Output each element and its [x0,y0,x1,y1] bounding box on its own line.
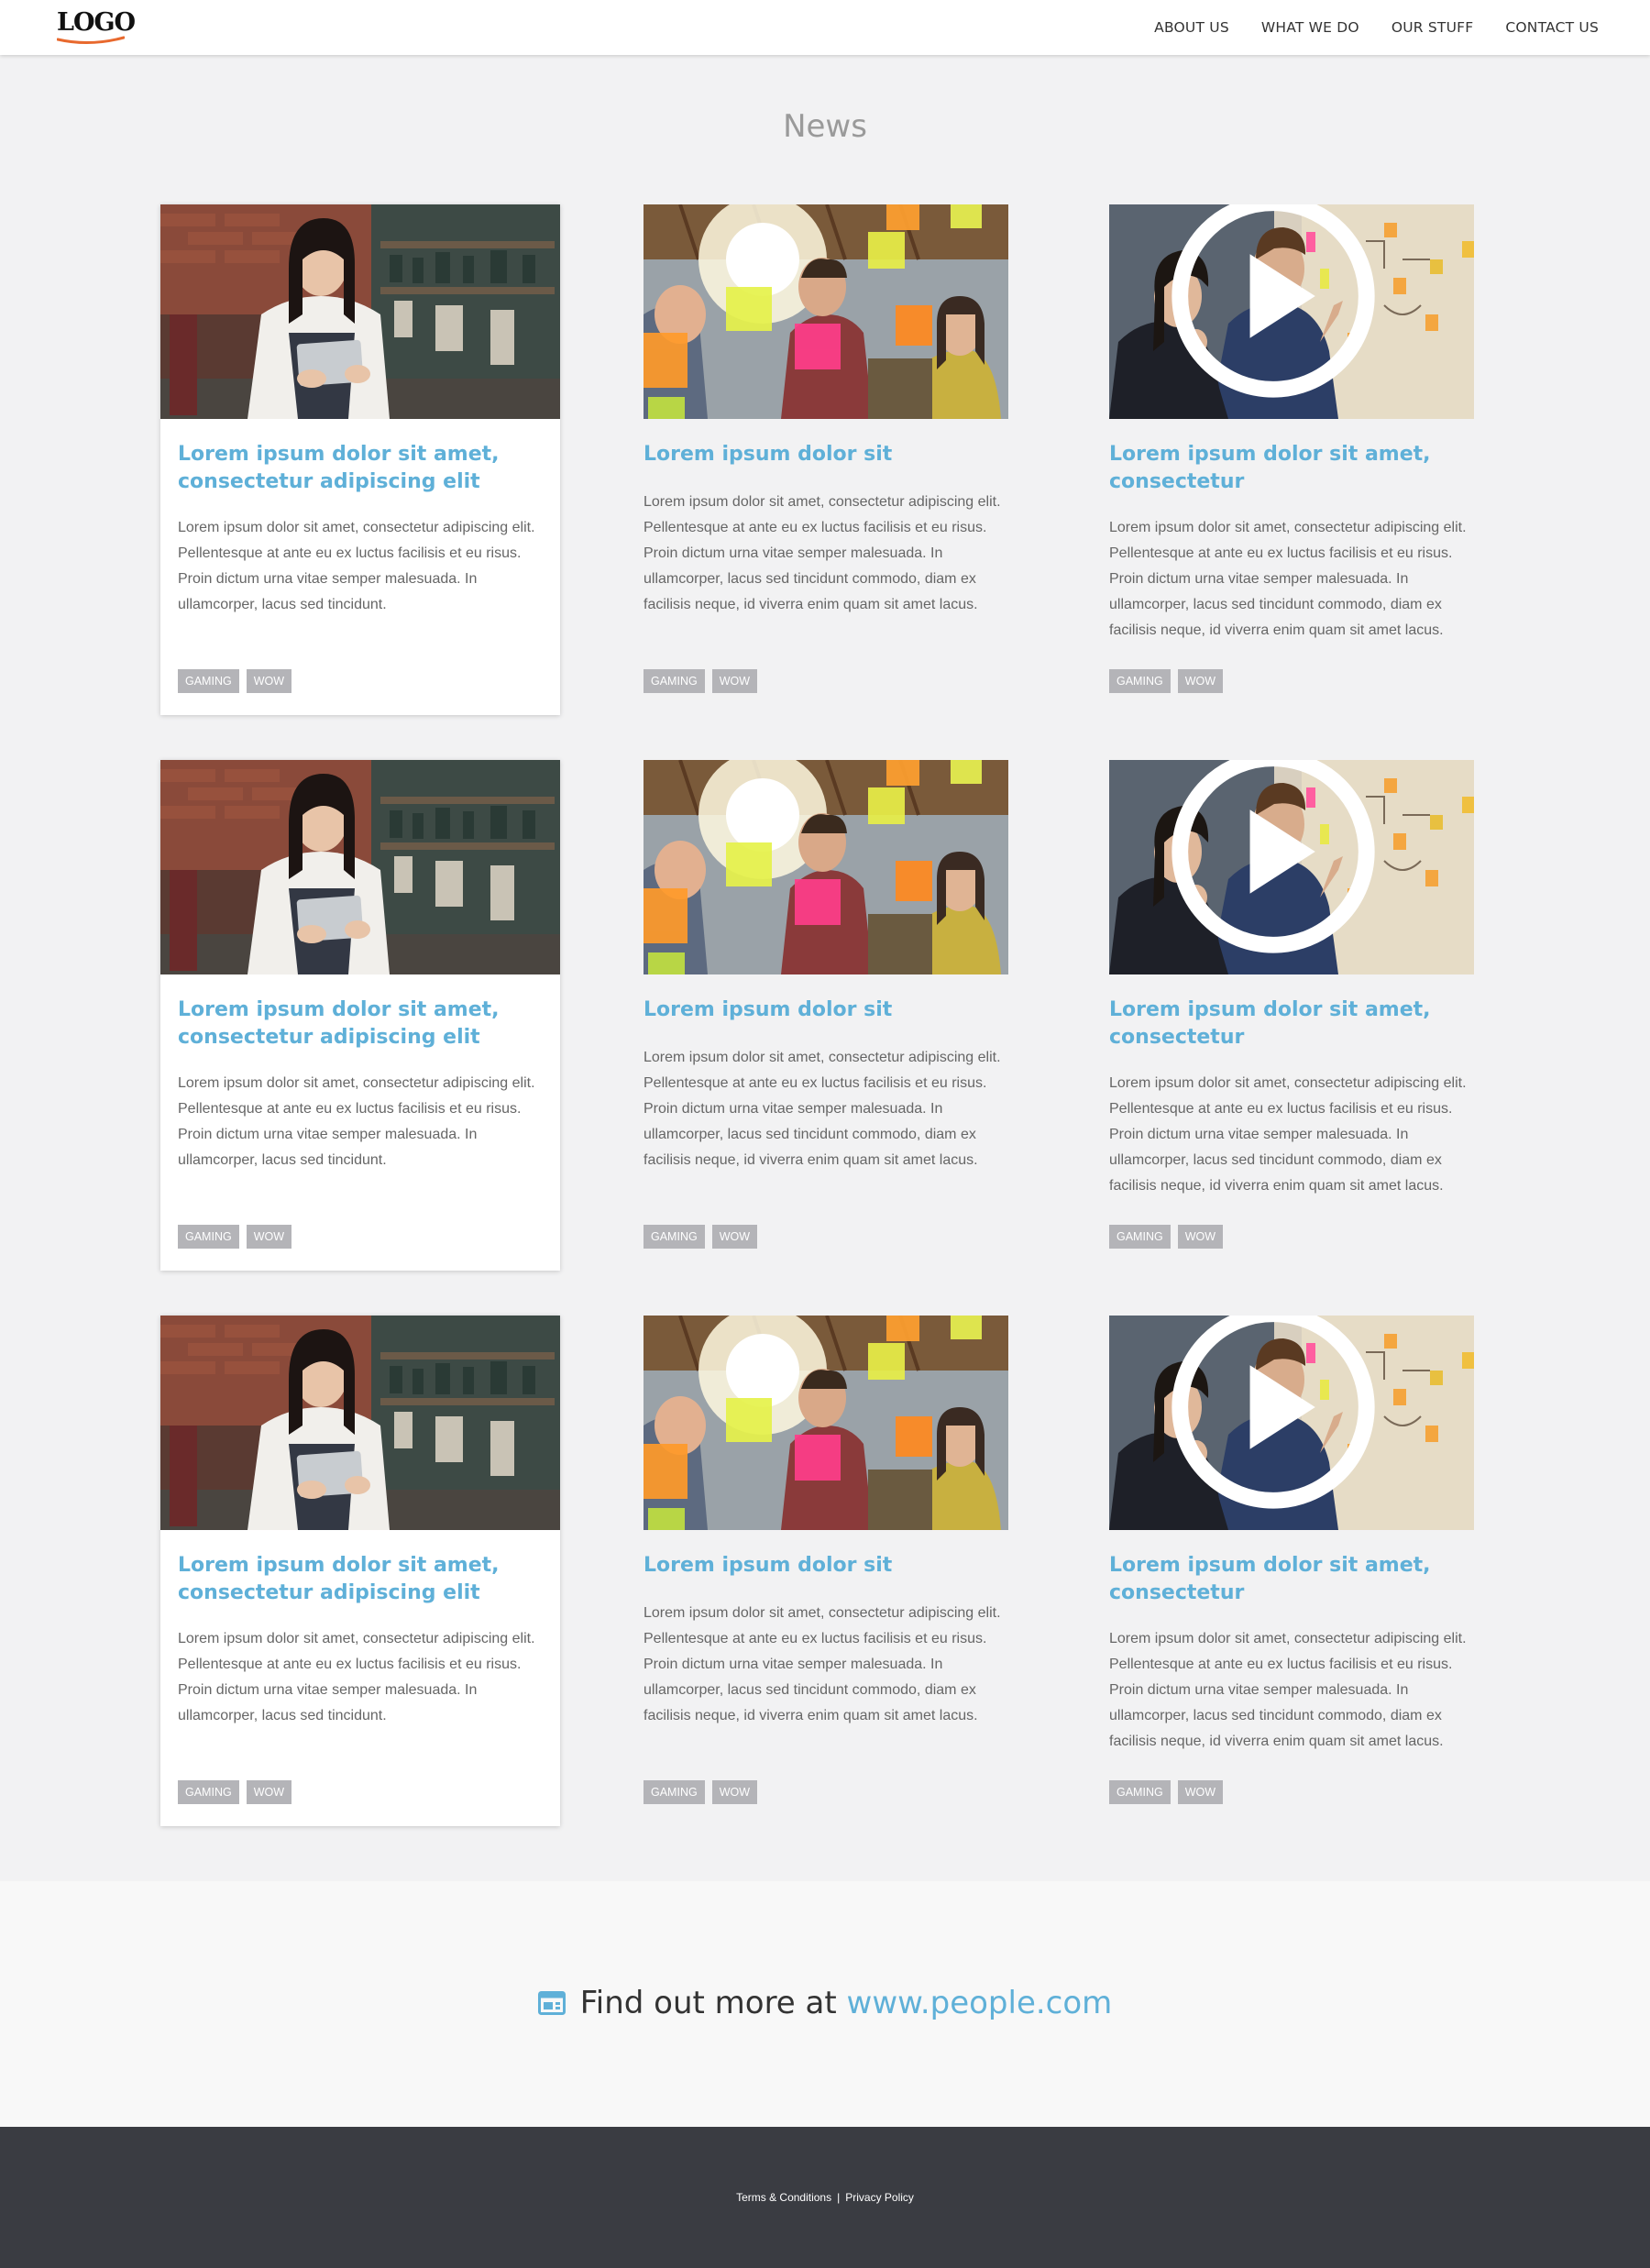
card-tags: GAMING WOW [178,1780,292,1804]
tag-wow[interactable]: WOW [246,1780,292,1804]
nav-contact-us[interactable]: CONTACT US [1505,19,1599,36]
news-card[interactable]: Lorem ipsum dolor sit amet, consectetur … [160,1316,560,1826]
card-image[interactable] [644,760,1008,974]
tag-gaming[interactable]: GAMING [644,1780,705,1804]
find-out-more-prefix: Find out more at [579,1985,837,2021]
news-card[interactable]: Lorem ipsum dolor sit amet, consectetur … [1109,760,1474,1271]
card-text: Lorem ipsum dolor sit amet, consectetur … [1109,1075,1467,1194]
site-header: LOGO ABOUT US WHAT WE DO OUR STUFF CONTA… [0,0,1650,55]
tag-wow[interactable]: WOW [711,1225,758,1249]
news-card[interactable]: Lorem ipsum dolor sit Lorem ipsum dolor … [644,760,1008,1271]
tag-wow[interactable]: WOW [246,669,292,693]
card-title[interactable]: Lorem ipsum dolor sit [644,996,996,1024]
card-text: Lorem ipsum dolor sit amet, consectetur … [178,1075,535,1168]
card-tags: GAMING WOW [644,669,758,693]
page-title: News [783,108,867,145]
footer-links: Terms & Conditions | Privacy Policy [0,2191,1650,2204]
card-text: Lorem ipsum dolor sit amet, consectetur … [644,1605,1001,1723]
nav-what-we-do[interactable]: WHAT WE DO [1261,19,1359,36]
terms-link[interactable]: Terms & Conditions [736,2191,831,2204]
logo-swoosh-icon [57,36,125,45]
play-icon[interactable] [1109,1316,1456,1514]
card-image[interactable] [1109,760,1474,974]
tag-gaming[interactable]: GAMING [178,669,239,693]
tag-gaming[interactable]: GAMING [1109,1225,1171,1249]
nav-about-us[interactable]: ABOUT US [1154,19,1229,36]
news-card[interactable]: Lorem ipsum dolor sit amet, consectetur … [1109,204,1474,715]
card-image[interactable] [160,760,560,974]
card-text: Lorem ipsum dolor sit amet, consectetur … [178,1631,535,1723]
card-tags: GAMING WOW [1109,1225,1224,1249]
play-icon[interactable] [1109,760,1456,959]
news-card[interactable]: Lorem ipsum dolor sit amet, consectetur … [160,204,560,715]
tag-gaming[interactable]: GAMING [178,1780,239,1804]
card-title[interactable]: Lorem ipsum dolor sit amet, consectetur … [178,441,547,496]
card-tags: GAMING WOW [644,1780,758,1804]
card-tags: GAMING WOW [1109,1780,1224,1804]
card-tags: GAMING WOW [644,1225,758,1249]
tag-wow[interactable]: WOW [1177,1780,1224,1804]
tag-gaming[interactable]: GAMING [644,669,705,693]
card-text: Lorem ipsum dolor sit amet, consectetur … [644,1050,1001,1168]
card-tags: GAMING WOW [1109,669,1224,693]
tag-wow[interactable]: WOW [1177,669,1224,693]
card-tags: GAMING WOW [178,669,292,693]
nav-our-stuff[interactable]: OUR STUFF [1392,19,1474,36]
browser-window-icon [537,1991,566,2015]
news-card[interactable]: Lorem ipsum dolor sit Lorem ipsum dolor … [644,204,1008,715]
tag-gaming[interactable]: GAMING [644,1225,705,1249]
tag-wow[interactable]: WOW [711,1780,758,1804]
find-out-more-text: Find out more at www.people.com [580,1985,1113,2021]
site-logo[interactable]: LOGO [57,8,136,46]
card-title[interactable]: Lorem ipsum dolor sit [644,1552,996,1580]
news-card[interactable]: Lorem ipsum dolor sit Lorem ipsum dolor … [644,1316,1008,1826]
card-image[interactable] [644,204,1008,419]
card-title[interactable]: Lorem ipsum dolor sit amet, consectetur [1109,996,1461,1051]
card-image[interactable] [160,1316,560,1530]
people-link[interactable]: www.people.com [847,1985,1113,2021]
tag-wow[interactable]: WOW [246,1225,292,1249]
tag-wow[interactable]: WOW [1177,1225,1224,1249]
card-image[interactable] [160,204,560,419]
card-title[interactable]: Lorem ipsum dolor sit amet, consectetur … [178,1552,547,1607]
tag-gaming[interactable]: GAMING [1109,669,1171,693]
card-image[interactable] [1109,204,1474,419]
tag-wow[interactable]: WOW [711,669,758,693]
news-card[interactable]: Lorem ipsum dolor sit amet, consectetur … [1109,1316,1474,1826]
find-out-more-section: Find out more at www.people.com [0,1881,1650,2127]
logo-text: LOGO [57,8,136,37]
card-title[interactable]: Lorem ipsum dolor sit amet, consectetur … [178,996,547,1051]
main-nav: ABOUT US WHAT WE DO OUR STUFF CONTACT US [1154,0,1599,55]
find-out-more-line: Find out more at www.people.com [0,1985,1650,2021]
card-text: Lorem ipsum dolor sit amet, consectetur … [644,494,1001,612]
card-image[interactable] [1109,1316,1474,1530]
play-icon[interactable] [1109,204,1456,403]
card-text: Lorem ipsum dolor sit amet, consectetur … [1109,1631,1467,1749]
card-title[interactable]: Lorem ipsum dolor sit amet, consectetur [1109,441,1461,496]
card-title[interactable]: Lorem ipsum dolor sit amet, consectetur [1109,1552,1461,1607]
privacy-link[interactable]: Privacy Policy [845,2191,914,2204]
site-footer: Terms & Conditions | Privacy Policy [0,2127,1650,2268]
card-image[interactable] [644,1316,1008,1530]
card-text: Lorem ipsum dolor sit amet, consectetur … [178,520,535,612]
card-tags: GAMING WOW [178,1225,292,1249]
card-title[interactable]: Lorem ipsum dolor sit [644,441,996,468]
news-card[interactable]: Lorem ipsum dolor sit amet, consectetur … [160,760,560,1271]
footer-separator: | [837,2191,841,2204]
card-text: Lorem ipsum dolor sit amet, consectetur … [1109,520,1467,638]
tag-gaming[interactable]: GAMING [178,1225,239,1249]
tag-gaming[interactable]: GAMING [1109,1780,1171,1804]
